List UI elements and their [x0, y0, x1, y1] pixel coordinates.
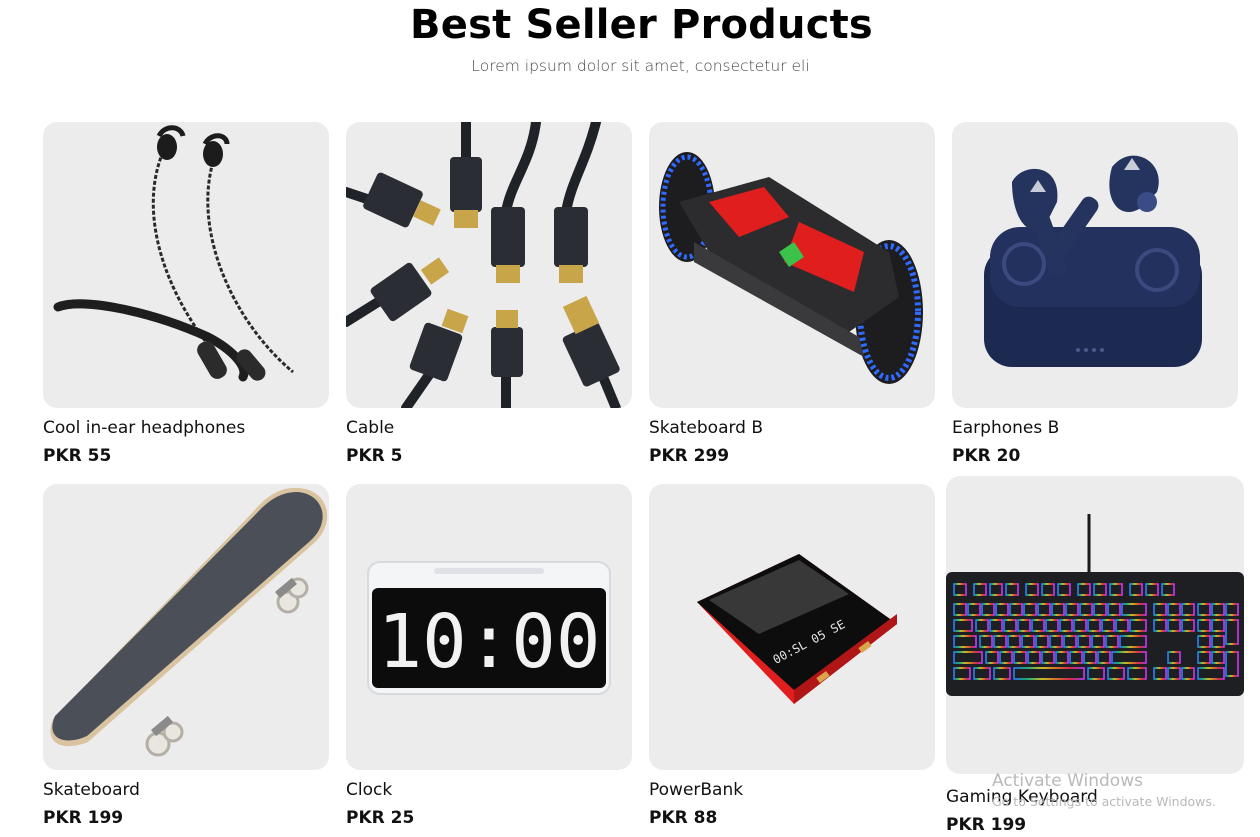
product-price: PKR 199: [946, 815, 1027, 835]
product-name[interactable]: Cable: [346, 417, 394, 439]
product-name[interactable]: Skateboard B: [649, 417, 763, 439]
product-card[interactable]: Cable PKR 5: [346, 122, 632, 466]
product-card[interactable]: Gaming Keyboard PKR 199: [946, 476, 1244, 835]
product-name[interactable]: Cool in-ear headphones: [43, 417, 245, 439]
section-subtitle: Lorem ipsum dolor sit amet, consectetur …: [471, 57, 810, 75]
product-card[interactable]: Skateboard B PKR 299: [649, 122, 935, 466]
rgb-keyboard-image: [946, 514, 1244, 696]
product-image[interactable]: [43, 122, 329, 408]
product-image[interactable]: [952, 122, 1238, 408]
hoverboard-image: [659, 152, 923, 384]
product-image[interactable]: 00:SL 05 SE: [649, 484, 935, 770]
product-price: PKR 55: [43, 446, 112, 466]
product-card[interactable]: Skateboard PKR 199: [43, 484, 329, 828]
product-card[interactable]: Cool in-ear headphones PKR 55: [43, 122, 329, 466]
product-image[interactable]: [346, 122, 632, 408]
section-title: Best Seller Products: [410, 2, 873, 48]
product-price: PKR 88: [649, 808, 718, 828]
product-price: PKR 199: [43, 808, 124, 828]
product-card[interactable]: 10:00 Clock PKR 25: [346, 484, 632, 828]
neckband-headphones-image: [53, 125, 294, 382]
product-name[interactable]: Earphones B: [952, 417, 1059, 439]
product-name[interactable]: Clock: [346, 779, 392, 801]
product-image[interactable]: [649, 122, 935, 408]
product-name[interactable]: Skateboard: [43, 779, 140, 801]
product-price: PKR 299: [649, 446, 730, 466]
product-price: PKR 25: [346, 808, 415, 828]
product-image[interactable]: [43, 484, 329, 770]
hdmi-cable-image: [346, 122, 621, 408]
product-price: PKR 20: [952, 446, 1021, 466]
product-image[interactable]: 10:00: [346, 484, 632, 770]
product-image[interactable]: [946, 476, 1244, 774]
skateboard-image: [50, 487, 328, 757]
powerbank-image: 00:SL 05 SE: [697, 554, 897, 704]
digital-clock-image: 10:00: [367, 561, 611, 695]
clock-display-text: 10:00: [378, 599, 601, 685]
product-price: PKR 5: [346, 446, 403, 466]
product-name[interactable]: PowerBank: [649, 779, 743, 801]
earbuds-case-image: [984, 155, 1202, 367]
product-name[interactable]: Gaming Keyboard: [946, 786, 1098, 808]
product-card[interactable]: 00:SL 05 SE PowerBank PKR 88: [649, 484, 935, 828]
product-card[interactable]: Earphones B PKR 20: [952, 122, 1238, 466]
